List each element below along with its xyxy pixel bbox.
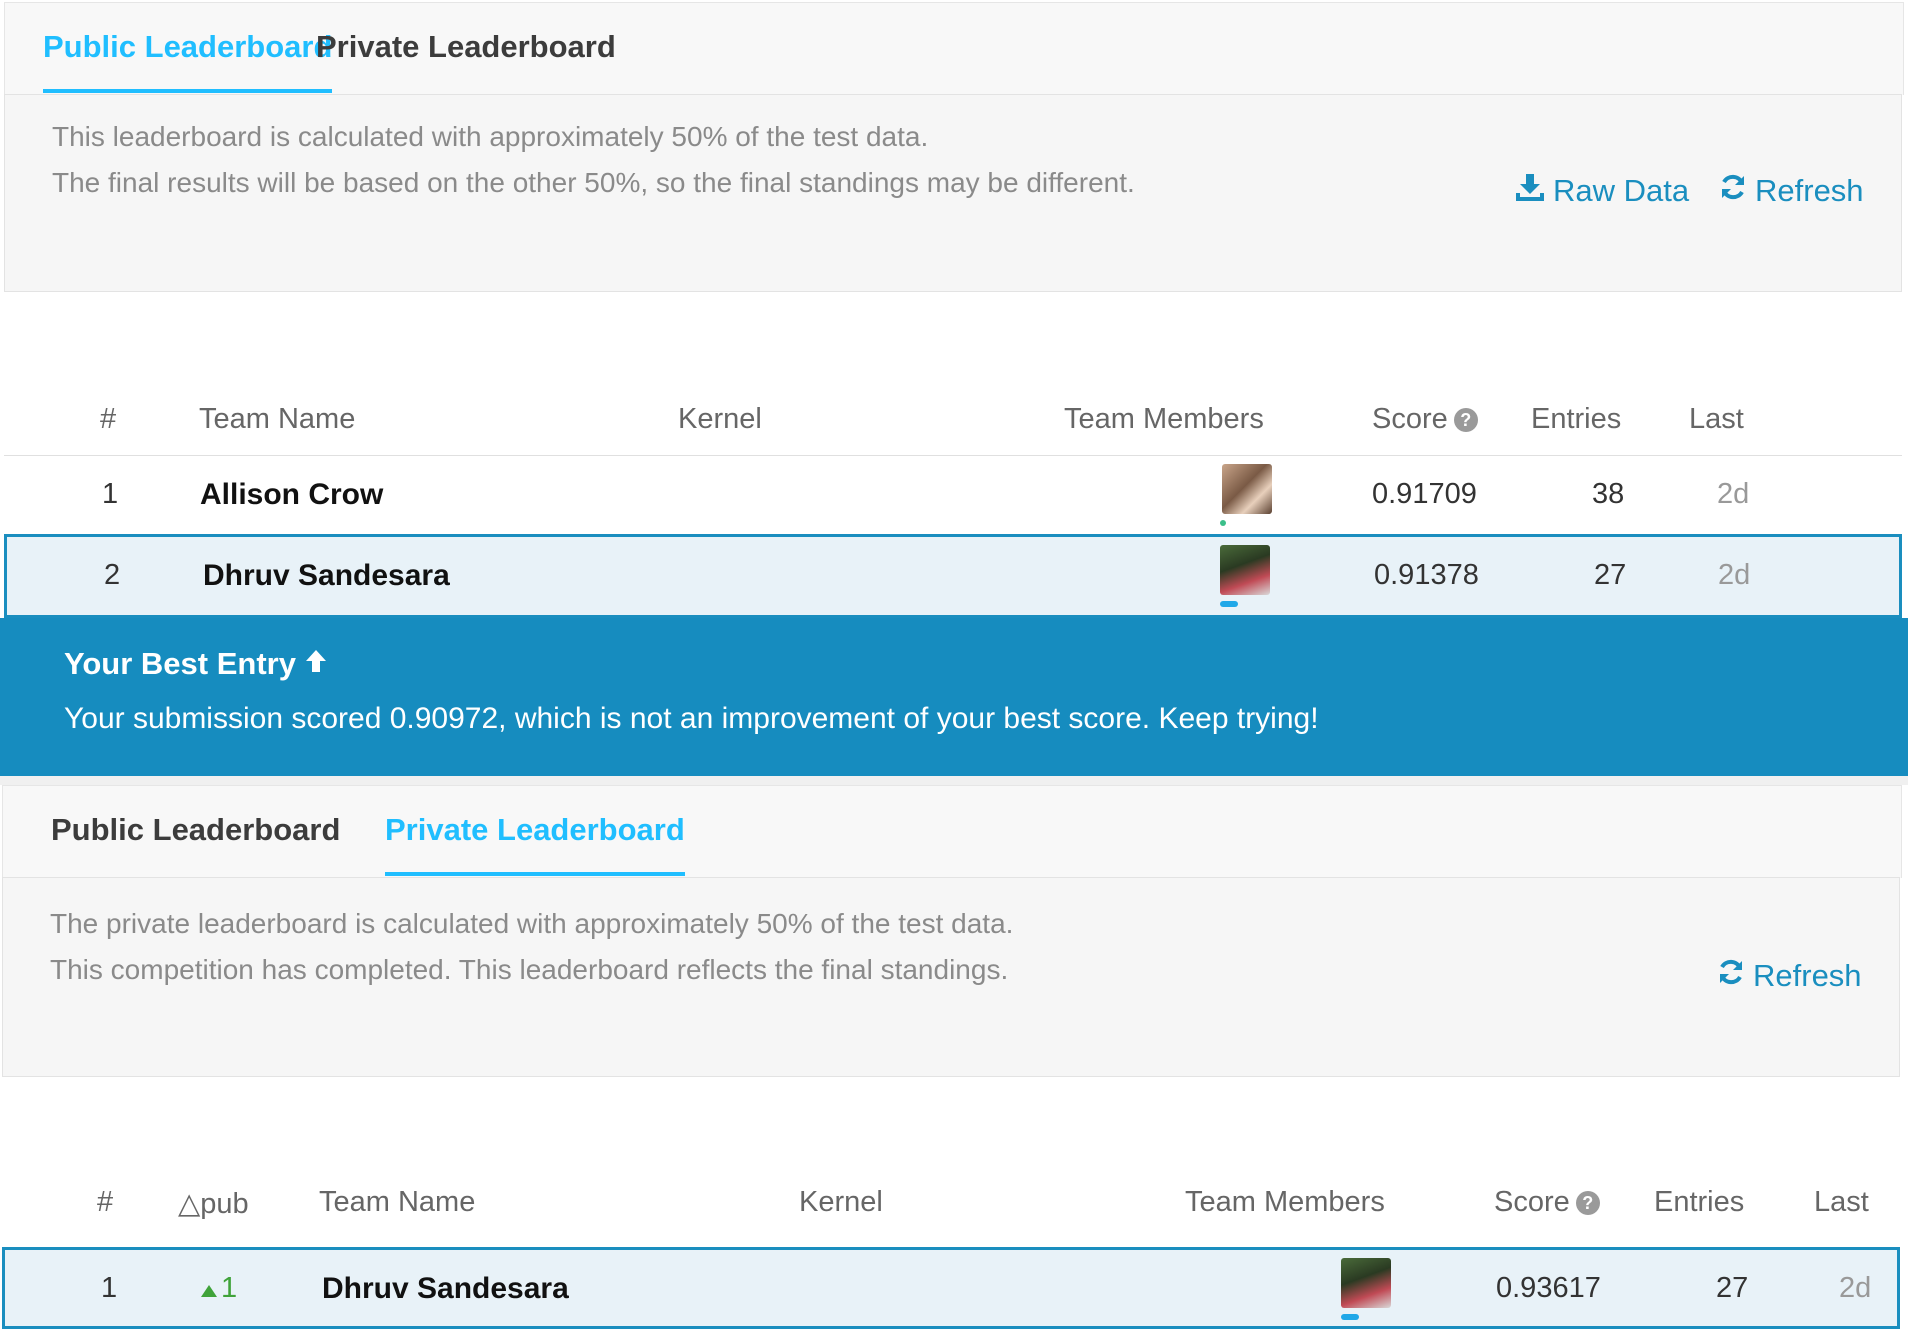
help-icon[interactable]: ?: [1453, 408, 1478, 433]
best-entry-banner: Your Best Entry Your submission scored 0…: [0, 618, 1908, 776]
row-rank: 1: [102, 478, 119, 510]
col-team-name[interactable]: Team Name: [199, 403, 355, 436]
table-header: # △pub Team Name Kernel Team Members Sco…: [2, 1166, 1900, 1238]
col-entries[interactable]: Entries: [1654, 1186, 1744, 1219]
col-last[interactable]: Last: [1689, 403, 1744, 436]
tier-indicator: [1220, 601, 1238, 607]
refresh-button[interactable]: Refresh: [1717, 958, 1862, 994]
download-icon: [1515, 173, 1553, 209]
leaderboard-info-box: This leaderboard is calculated with appr…: [4, 94, 1902, 292]
col-team-name[interactable]: Team Name: [319, 1186, 475, 1219]
row-score: 0.93617: [1496, 1272, 1601, 1304]
row-last: 2d: [1718, 559, 1751, 591]
row-last: 2d: [1839, 1272, 1872, 1304]
table-header: # Team Name Kernel Team Members Score? E…: [4, 383, 1902, 456]
tier-indicator: [1341, 1314, 1359, 1320]
col-entries[interactable]: Entries: [1531, 403, 1621, 436]
refresh-icon: [1717, 958, 1753, 994]
info-line: The private leaderboard is calculated wi…: [50, 908, 1014, 939]
tier-indicator: [1220, 520, 1226, 526]
row-rank: 1: [101, 1272, 118, 1304]
col-kernel: Kernel: [678, 403, 762, 435]
private-leaderboard-panel: Public Leaderboard Private Leaderboard T…: [0, 785, 1908, 1341]
table-row-current-user[interactable]: 2 Dhruv Sandesara 0.91378 27 2d: [4, 534, 1902, 618]
leaderboard-tabs: Public Leaderboard Private Leaderboard: [4, 2, 1904, 95]
info-line: The final results will be based on the o…: [52, 167, 1135, 198]
row-team-name[interactable]: Dhruv Sandesara: [322, 1272, 569, 1306]
row-delta: 1: [201, 1272, 237, 1305]
tab-private-leaderboard[interactable]: Private Leaderboard: [316, 29, 616, 89]
triangle-up-icon: [201, 1272, 217, 1305]
col-delta-pub[interactable]: △pub: [178, 1186, 249, 1221]
col-rank: #: [100, 403, 117, 435]
raw-data-label: Raw Data: [1553, 173, 1690, 208]
refresh-label: Refresh: [1753, 958, 1862, 993]
help-icon[interactable]: ?: [1575, 1191, 1600, 1216]
row-entries: 38: [1592, 478, 1625, 510]
info-line: This leaderboard is calculated with appr…: [52, 121, 929, 152]
row-entries: 27: [1594, 559, 1627, 591]
row-team-name[interactable]: Dhruv Sandesara: [203, 559, 450, 593]
col-team-members: Team Members: [1185, 1186, 1385, 1218]
raw-data-button[interactable]: Raw Data: [1515, 173, 1689, 209]
refresh-button[interactable]: Refresh: [1719, 173, 1864, 209]
avatar[interactable]: [1220, 545, 1270, 595]
row-last: 2d: [1717, 478, 1750, 510]
tab-public-leaderboard[interactable]: Public Leaderboard: [43, 29, 333, 93]
table-row-current-user[interactable]: 1 1 Dhruv Sandesara 0.93617 27 2d: [2, 1247, 1900, 1329]
best-entry-message: Your submission scored 0.90972, which is…: [64, 702, 1319, 735]
tab-public-leaderboard[interactable]: Public Leaderboard: [51, 812, 340, 872]
leaderboard-info-box: The private leaderboard is calculated wi…: [2, 877, 1900, 1077]
row-score: 0.91378: [1374, 559, 1479, 591]
row-score: 0.91709: [1372, 478, 1477, 510]
col-kernel: Kernel: [799, 1186, 883, 1218]
refresh-label: Refresh: [1755, 173, 1864, 208]
row-entries: 27: [1716, 1272, 1749, 1304]
col-team-members: Team Members: [1064, 403, 1264, 435]
row-rank: 2: [104, 559, 121, 591]
avatar[interactable]: [1222, 464, 1272, 514]
col-last[interactable]: Last: [1814, 1186, 1869, 1219]
col-score[interactable]: Score?: [1494, 1186, 1600, 1219]
table-row[interactable]: 1 Allison Crow 0.91709 38 2d: [4, 456, 1902, 536]
col-rank: #: [97, 1186, 114, 1218]
row-team-name[interactable]: Allison Crow: [200, 478, 383, 512]
avatar[interactable]: [1341, 1258, 1391, 1308]
refresh-icon: [1719, 173, 1755, 209]
col-score[interactable]: Score?: [1372, 403, 1478, 436]
info-line: This competition has completed. This lea…: [50, 954, 1009, 985]
tab-private-leaderboard[interactable]: Private Leaderboard: [385, 812, 685, 876]
public-leaderboard-panel: Public Leaderboard Private Leaderboard T…: [0, 0, 1908, 618]
panel-divider: [0, 776, 1908, 785]
best-entry-title: Your Best Entry: [64, 646, 328, 682]
leaderboard-tabs: Public Leaderboard Private Leaderboard: [2, 785, 1902, 878]
arrow-up-icon: [304, 646, 328, 682]
